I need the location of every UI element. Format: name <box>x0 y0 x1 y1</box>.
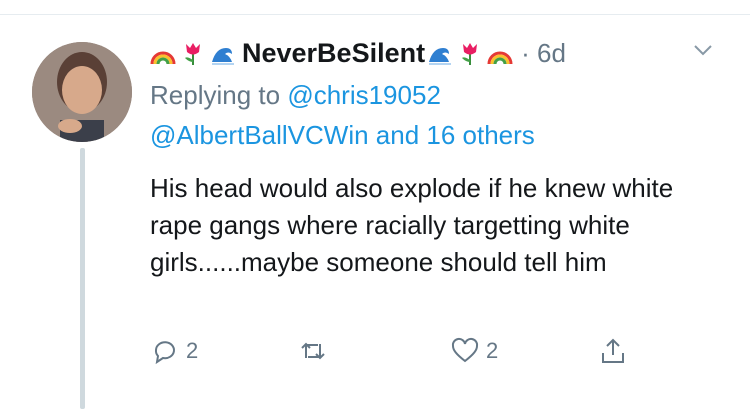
retweet-button[interactable] <box>298 336 334 366</box>
tulip-emoji <box>462 43 478 65</box>
retweet-icon <box>301 342 325 360</box>
share-button[interactable] <box>598 336 634 366</box>
thread-line <box>80 148 85 409</box>
wave-emoji <box>429 48 452 65</box>
timestamp[interactable]: · 6d <box>521 38 566 69</box>
avatar[interactable] <box>32 42 132 142</box>
top-divider <box>0 14 750 15</box>
like-count: 2 <box>486 338 499 363</box>
rainbow-emoji <box>150 51 176 65</box>
tweet-actions: 2 2 <box>150 336 650 372</box>
replying-to-handle[interactable]: @chris19052 <box>287 80 441 110</box>
like-icon <box>451 337 479 363</box>
tweet-header: NeverBeSilent · 6d <box>150 30 566 76</box>
replying-prefix: Replying to <box>150 80 281 110</box>
replying-to: Replying to @chris19052 <box>150 80 441 111</box>
tweet-text: His head would also explode if he knew w… <box>150 173 674 277</box>
time-value: 6d <box>536 37 566 68</box>
reply-count: 2 <box>186 338 199 363</box>
share-icon <box>602 338 624 363</box>
reply-button[interactable]: 2 <box>150 336 198 366</box>
like-button[interactable]: 2 <box>450 336 498 366</box>
tulip-emoji <box>185 43 200 65</box>
display-name[interactable]: NeverBeSilent <box>242 38 425 69</box>
rainbow-emoji <box>487 51 513 65</box>
mentions-link[interactable]: @AlbertBallVCWin and 16 others <box>150 120 535 151</box>
chevron-down-icon[interactable] <box>688 38 718 62</box>
wave-emoji <box>212 48 234 65</box>
reply-icon <box>154 341 175 365</box>
